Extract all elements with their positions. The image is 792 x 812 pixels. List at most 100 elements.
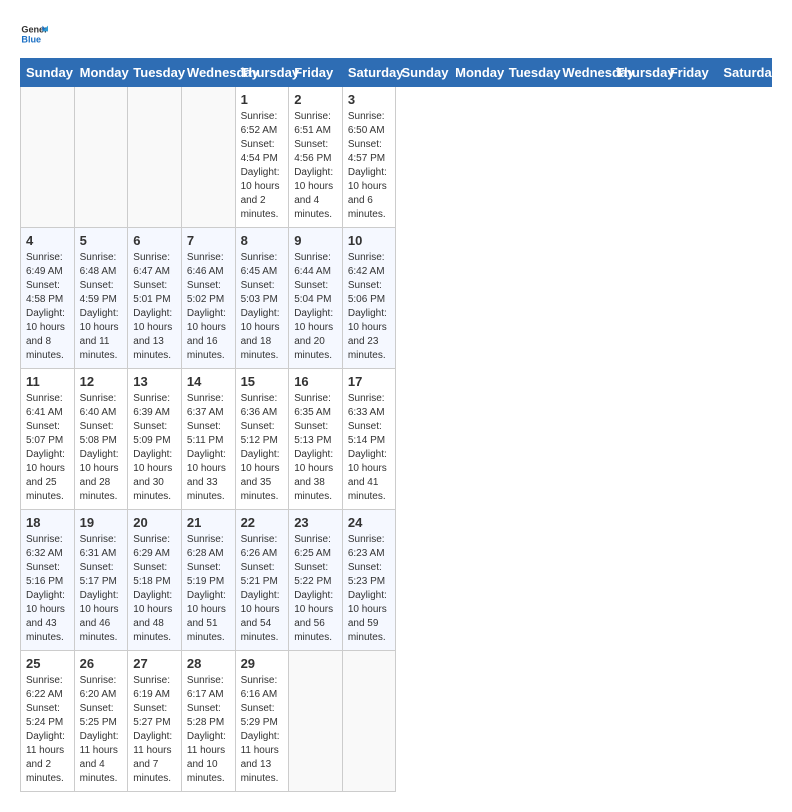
calendar-cell: 29 Sunrise: 6:16 AM Sunset: 5:29 PM Dayli… — [235, 651, 289, 792]
day-info: Sunrise: 6:32 AM Sunset: 5:16 PM Dayligh… — [26, 533, 69, 645]
day-number: 4 — [26, 233, 69, 248]
day-info: Sunrise: 6:28 AM Sunset: 5:19 PM Dayligh… — [187, 533, 230, 645]
calendar-week-3: 11 Sunrise: 6:41 AM Sunset: 5:07 PM Dayli… — [21, 369, 772, 510]
day-info: Sunrise: 6:44 AM Sunset: 5:04 PM Dayligh… — [294, 251, 337, 363]
calendar-cell: 5 Sunrise: 6:48 AM Sunset: 4:59 PM Daylig… — [74, 228, 128, 369]
calendar-cell: 12Sunrise: 6:40 AM Sunset: 5:08 PM Dayli… — [74, 369, 128, 510]
day-number: 5 — [80, 233, 123, 248]
calendar-week-2: 4 Sunrise: 6:49 AM Sunset: 4:58 PM Daylig… — [21, 228, 772, 369]
day-number: 22 — [241, 515, 284, 530]
col-header-tuesday: Tuesday — [503, 59, 557, 87]
day-number: 29 — [241, 656, 284, 671]
day-number: 1 — [241, 92, 284, 107]
day-info: Sunrise: 6:49 AM Sunset: 4:58 PM Dayligh… — [26, 251, 69, 363]
day-number: 25 — [26, 656, 69, 671]
day-info: Sunrise: 6:40 AM Sunset: 5:08 PM Dayligh… — [80, 392, 123, 504]
day-info: Sunrise: 6:52 AM Sunset: 4:54 PM Dayligh… — [241, 110, 284, 222]
day-info: Sunrise: 6:31 AM Sunset: 5:17 PM Dayligh… — [80, 533, 123, 645]
day-info: Sunrise: 6:47 AM Sunset: 5:01 PM Dayligh… — [133, 251, 176, 363]
calendar-cell: 4 Sunrise: 6:49 AM Sunset: 4:58 PM Daylig… — [21, 228, 75, 369]
calendar-cell: 22 Sunrise: 6:26 AM Sunset: 5:21 PM Dayli… — [235, 510, 289, 651]
calendar-cell — [181, 87, 235, 228]
day-info: Sunrise: 6:36 AM Sunset: 5:12 PM Dayligh… — [241, 392, 284, 504]
day-info: Sunrise: 6:48 AM Sunset: 4:59 PM Dayligh… — [80, 251, 123, 363]
day-number: 17 — [348, 374, 391, 389]
day-info: Sunrise: 6:26 AM Sunset: 5:21 PM Dayligh… — [241, 533, 284, 645]
day-number: 23 — [294, 515, 337, 530]
day-info: Sunrise: 6:41 AM Sunset: 5:07 PM Dayligh… — [26, 392, 69, 504]
header-friday: Friday — [289, 59, 343, 87]
calendar-cell: 25 Sunrise: 6:22 AM Sunset: 5:24 PM Dayli… — [21, 651, 75, 792]
day-number: 20 — [133, 515, 176, 530]
calendar-week-1: 1 Sunrise: 6:52 AM Sunset: 4:54 PM Daylig… — [21, 87, 772, 228]
calendar-cell: 23 Sunrise: 6:25 AM Sunset: 5:22 PM Dayli… — [289, 510, 343, 651]
calendar-cell — [21, 87, 75, 228]
day-number: 10 — [348, 233, 391, 248]
day-number: 19 — [80, 515, 123, 530]
day-number: 3 — [348, 92, 391, 107]
svg-text:Blue: Blue — [21, 34, 41, 44]
calendar-cell: 6Sunrise: 6:47 AM Sunset: 5:01 PM Daylig… — [128, 228, 182, 369]
calendar-cell: 27Sunrise: 6:19 AM Sunset: 5:27 PM Dayli… — [128, 651, 182, 792]
header-tuesday: Tuesday — [128, 59, 182, 87]
day-number: 7 — [187, 233, 230, 248]
day-info: Sunrise: 6:42 AM Sunset: 5:06 PM Dayligh… — [348, 251, 391, 363]
calendar-week-4: 18 Sunrise: 6:32 AM Sunset: 5:16 PM Dayli… — [21, 510, 772, 651]
calendar-cell: 13Sunrise: 6:39 AM Sunset: 5:09 PM Dayli… — [128, 369, 182, 510]
calendar-cell: 3 Sunrise: 6:50 AM Sunset: 4:57 PM Daylig… — [342, 87, 396, 228]
day-info: Sunrise: 6:46 AM Sunset: 5:02 PM Dayligh… — [187, 251, 230, 363]
day-info: Sunrise: 6:45 AM Sunset: 5:03 PM Dayligh… — [241, 251, 284, 363]
calendar-cell: 20Sunrise: 6:29 AM Sunset: 5:18 PM Dayli… — [128, 510, 182, 651]
day-number: 26 — [80, 656, 123, 671]
calendar-cell: 9 Sunrise: 6:44 AM Sunset: 5:04 PM Daylig… — [289, 228, 343, 369]
calendar-cell — [128, 87, 182, 228]
day-info: Sunrise: 6:50 AM Sunset: 4:57 PM Dayligh… — [348, 110, 391, 222]
day-number: 21 — [187, 515, 230, 530]
calendar-cell: 24 Sunrise: 6:23 AM Sunset: 5:23 PM Dayli… — [342, 510, 396, 651]
col-header-sunday: Sunday — [396, 59, 450, 87]
day-number: 11 — [26, 374, 69, 389]
day-info: Sunrise: 6:23 AM Sunset: 5:23 PM Dayligh… — [348, 533, 391, 645]
day-number: 24 — [348, 515, 391, 530]
calendar-cell — [74, 87, 128, 228]
calendar-cell: 11 Sunrise: 6:41 AM Sunset: 5:07 PM Dayli… — [21, 369, 75, 510]
day-info: Sunrise: 6:20 AM Sunset: 5:25 PM Dayligh… — [80, 674, 123, 786]
calendar-cell: 17Sunrise: 6:33 AM Sunset: 5:14 PM Dayli… — [342, 369, 396, 510]
day-info: Sunrise: 6:16 AM Sunset: 5:29 PM Dayligh… — [241, 674, 284, 786]
day-number: 9 — [294, 233, 337, 248]
day-number: 15 — [241, 374, 284, 389]
col-header-thursday: Thursday — [611, 59, 665, 87]
calendar-cell: 15 Sunrise: 6:36 AM Sunset: 5:12 PM Dayli… — [235, 369, 289, 510]
calendar-cell: 21 Sunrise: 6:28 AM Sunset: 5:19 PM Dayli… — [181, 510, 235, 651]
day-number: 28 — [187, 656, 230, 671]
calendar-cell: 26 Sunrise: 6:20 AM Sunset: 5:25 PM Dayli… — [74, 651, 128, 792]
calendar-cell: 19 Sunrise: 6:31 AM Sunset: 5:17 PM Dayli… — [74, 510, 128, 651]
col-header-friday: Friday — [664, 59, 718, 87]
header-sunday: Sunday — [21, 59, 75, 87]
day-info: Sunrise: 6:37 AM Sunset: 5:11 PM Dayligh… — [187, 392, 230, 504]
day-number: 14 — [187, 374, 230, 389]
header-wednesday: Wednesday — [181, 59, 235, 87]
calendar-cell: 1 Sunrise: 6:52 AM Sunset: 4:54 PM Daylig… — [235, 87, 289, 228]
col-header-monday: Monday — [450, 59, 504, 87]
calendar-header-row: SundayMondayTuesdayWednesdayThursdayFrid… — [21, 59, 772, 87]
day-info: Sunrise: 6:25 AM Sunset: 5:22 PM Dayligh… — [294, 533, 337, 645]
day-info: Sunrise: 6:35 AM Sunset: 5:13 PM Dayligh… — [294, 392, 337, 504]
day-number: 2 — [294, 92, 337, 107]
calendar-cell: 14 Sunrise: 6:37 AM Sunset: 5:11 PM Dayli… — [181, 369, 235, 510]
calendar-cell: 18 Sunrise: 6:32 AM Sunset: 5:16 PM Dayli… — [21, 510, 75, 651]
day-number: 13 — [133, 374, 176, 389]
calendar-cell: 10 Sunrise: 6:42 AM Sunset: 5:06 PM Dayli… — [342, 228, 396, 369]
header-saturday: Saturday — [342, 59, 396, 87]
col-header-wednesday: Wednesday — [557, 59, 611, 87]
day-number: 18 — [26, 515, 69, 530]
calendar-cell: 8 Sunrise: 6:45 AM Sunset: 5:03 PM Daylig… — [235, 228, 289, 369]
day-info: Sunrise: 6:17 AM Sunset: 5:28 PM Dayligh… — [187, 674, 230, 786]
day-info: Sunrise: 6:22 AM Sunset: 5:24 PM Dayligh… — [26, 674, 69, 786]
calendar-cell: 28 Sunrise: 6:17 AM Sunset: 5:28 PM Dayli… — [181, 651, 235, 792]
page-header: General Blue — [20, 20, 772, 48]
day-info: Sunrise: 6:19 AM Sunset: 5:27 PM Dayligh… — [133, 674, 176, 786]
calendar-cell: 16Sunrise: 6:35 AM Sunset: 5:13 PM Dayli… — [289, 369, 343, 510]
day-number: 8 — [241, 233, 284, 248]
calendar-week-5: 25 Sunrise: 6:22 AM Sunset: 5:24 PM Dayli… — [21, 651, 772, 792]
